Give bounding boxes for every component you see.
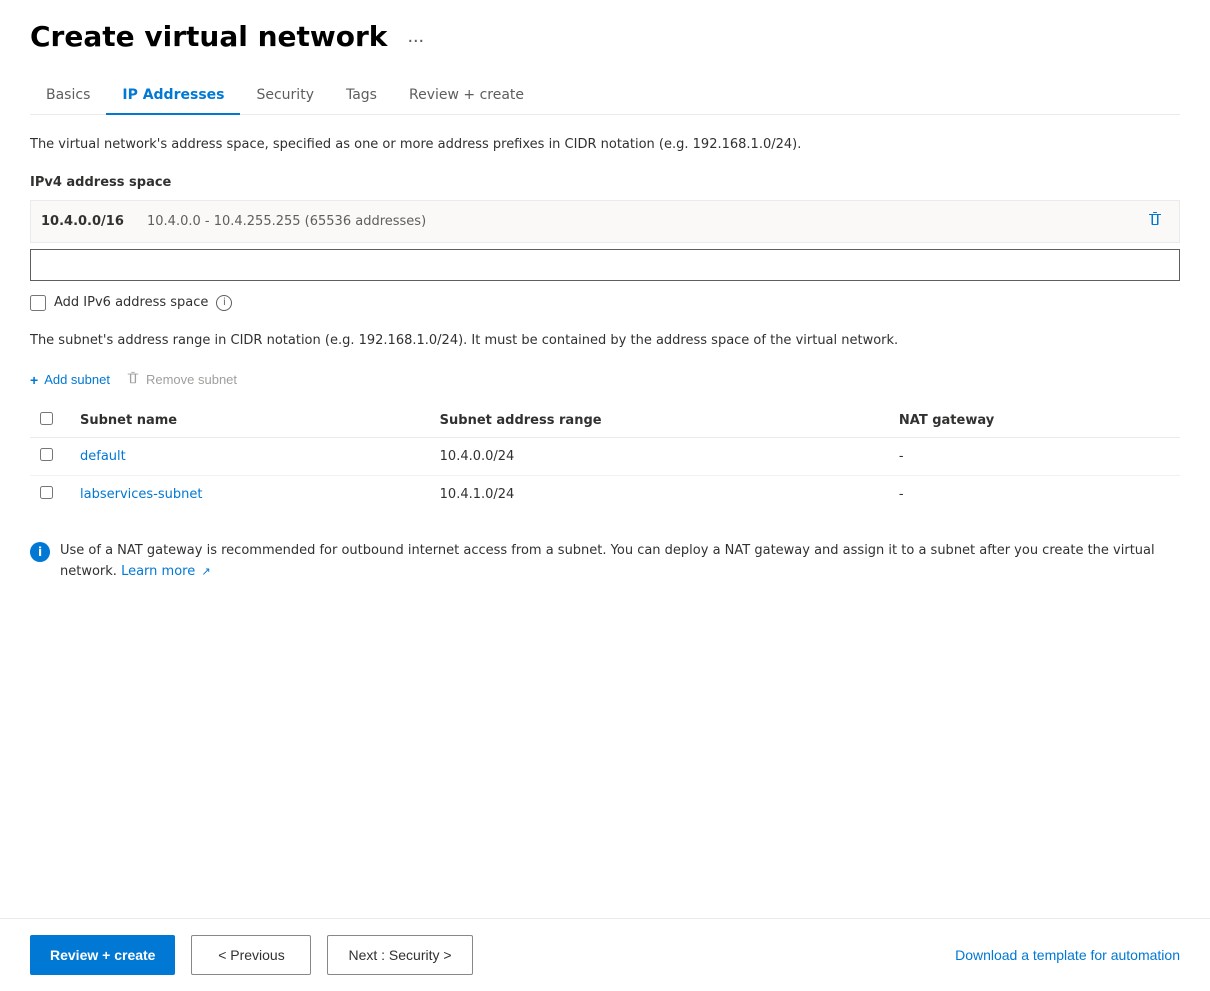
row-checkbox-default <box>30 438 70 476</box>
subnet-nat-default: - <box>889 438 1180 476</box>
address-space-input[interactable] <box>30 249 1180 281</box>
content-area: The virtual network's address space, spe… <box>30 135 1180 615</box>
info-circle-icon: i <box>30 542 50 562</box>
add-ipv6-label[interactable]: Add IPv6 address space <box>54 295 208 310</box>
address-entry-row: 10.4.0.0/16 10.4.0.0 - 10.4.255.255 (655… <box>30 200 1180 243</box>
remove-subnet-label: Remove subnet <box>146 372 237 387</box>
tab-ip-addresses[interactable]: IP Addresses <box>106 77 240 115</box>
tab-review-create[interactable]: Review + create <box>393 77 540 115</box>
col-header-address-range: Subnet address range <box>430 404 889 438</box>
add-subnet-button[interactable]: + Add subnet <box>30 368 110 392</box>
previous-button[interactable]: < Previous <box>191 935 311 975</box>
plus-icon: + <box>30 372 38 388</box>
subnet-name-default: default <box>70 438 430 476</box>
remove-subnet-button[interactable]: Remove subnet <box>126 367 237 392</box>
col-header-nat-gateway: NAT gateway <box>889 404 1180 438</box>
subnet-table: Subnet name Subnet address range NAT gat… <box>30 404 1180 513</box>
download-template-button[interactable]: Download a template for automation <box>955 939 1180 971</box>
table-row: labservices-subnet 10.4.1.0/24 - <box>30 476 1180 514</box>
subnet-description: The subnet's address range in CIDR notat… <box>30 331 1180 352</box>
delete-address-button[interactable] <box>1141 209 1169 234</box>
trash-icon <box>126 371 140 388</box>
ipv6-info-icon[interactable]: i <box>216 295 232 311</box>
learn-more-link[interactable]: Learn more ↗ <box>121 564 211 579</box>
add-ipv6-checkbox[interactable] <box>30 295 46 311</box>
nat-info-banner: i Use of a NAT gateway is recommended fo… <box>30 529 1180 595</box>
ipv6-checkbox-row: Add IPv6 address space i <box>30 295 1180 311</box>
footer: Review + create < Previous Next : Securi… <box>0 918 1210 991</box>
address-range: 10.4.0.0 - 10.4.255.255 (65536 addresses… <box>147 214 1125 229</box>
add-subnet-label: Add subnet <box>44 372 110 387</box>
address-cidr: 10.4.0.0/16 <box>41 214 131 229</box>
external-link-icon: ↗ <box>201 565 210 578</box>
next-security-button[interactable]: Next : Security > <box>327 935 472 975</box>
select-row-labservices-checkbox[interactable] <box>40 486 53 499</box>
ipv4-section-label: IPv4 address space <box>30 175 1180 190</box>
row-checkbox-labservices <box>30 476 70 514</box>
nat-info-text: Use of a NAT gateway is recommended for … <box>60 541 1180 583</box>
ellipsis-menu-button[interactable]: ... <box>399 21 432 52</box>
table-header-checkbox <box>30 404 70 438</box>
subnet-link-default[interactable]: default <box>80 449 126 464</box>
table-row: default 10.4.0.0/24 - <box>30 438 1180 476</box>
page-title: Create virtual network <box>30 20 387 53</box>
col-header-subnet-name: Subnet name <box>70 404 430 438</box>
address-space-description: The virtual network's address space, spe… <box>30 135 1180 155</box>
subnet-link-labservices[interactable]: labservices-subnet <box>80 487 202 502</box>
tab-tags[interactable]: Tags <box>330 77 393 115</box>
tab-basics[interactable]: Basics <box>30 77 106 115</box>
select-row-default-checkbox[interactable] <box>40 448 53 461</box>
subnet-nat-labservices: - <box>889 476 1180 514</box>
tab-security[interactable]: Security <box>240 77 330 115</box>
select-all-checkbox[interactable] <box>40 412 53 425</box>
subnet-range-default: 10.4.0.0/24 <box>430 438 889 476</box>
subnet-actions: + Add subnet Remove subnet <box>30 367 1180 392</box>
subnet-name-labservices: labservices-subnet <box>70 476 430 514</box>
subnet-range-labservices: 10.4.1.0/24 <box>430 476 889 514</box>
tabs-container: Basics IP Addresses Security Tags Review… <box>30 77 1180 115</box>
review-create-button[interactable]: Review + create <box>30 935 175 975</box>
